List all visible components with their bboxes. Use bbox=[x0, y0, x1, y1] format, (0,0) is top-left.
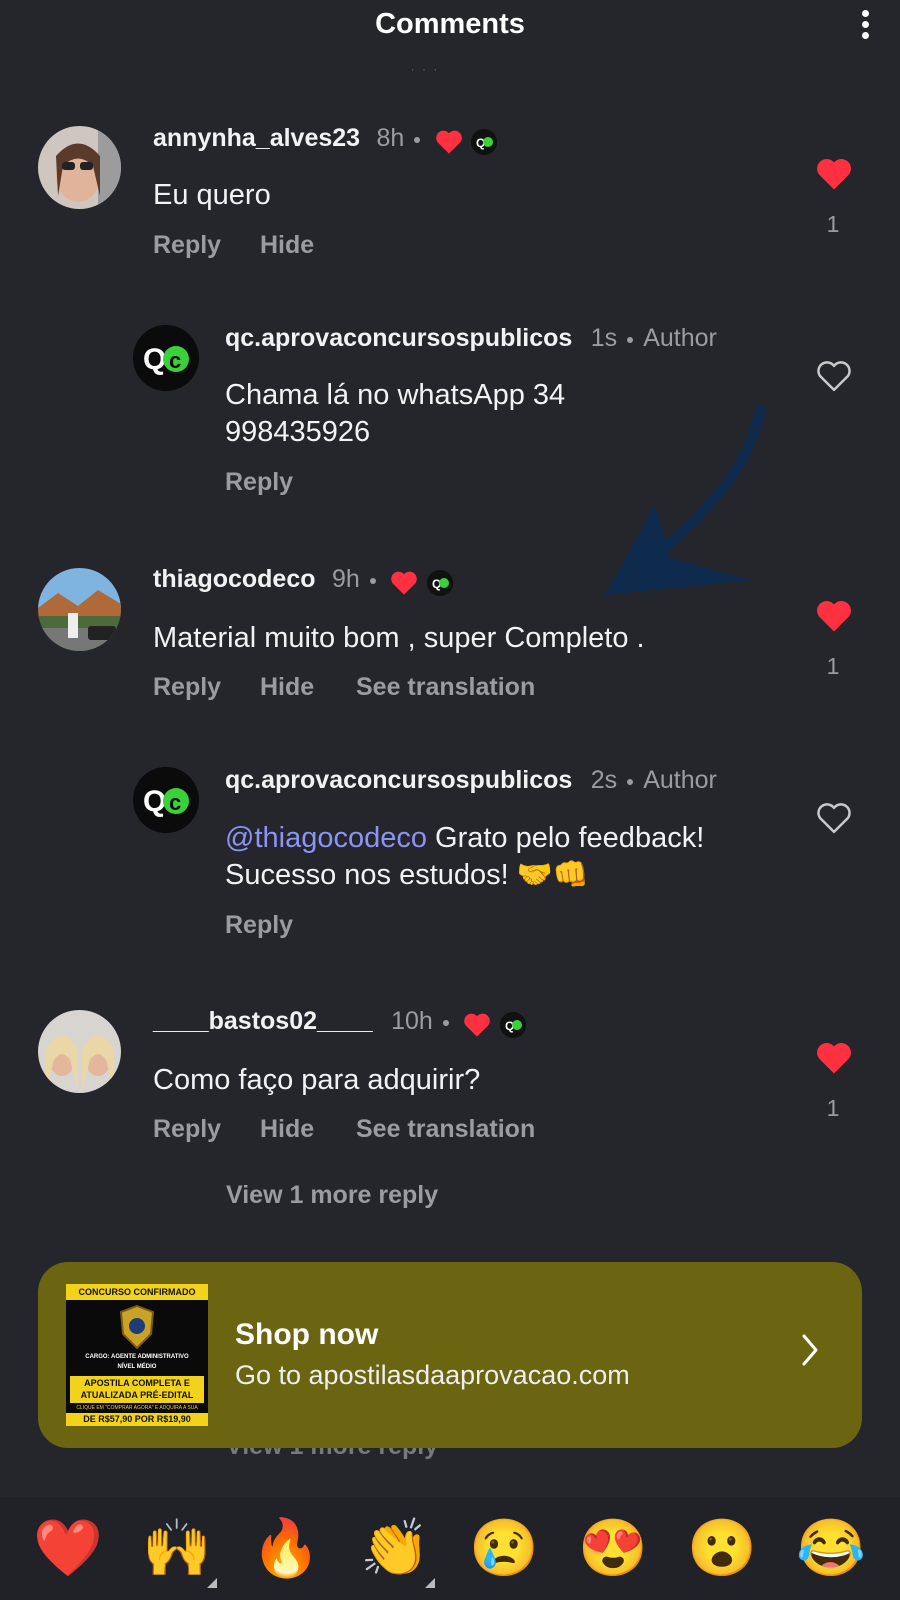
thumb-top-banner: CONCURSO CONFIRMADO bbox=[66, 1284, 208, 1300]
avatar-qc-author[interactable]: Qc bbox=[133, 767, 199, 833]
reply-text-line2: Sucesso nos estudos! 🤝👊 bbox=[225, 859, 590, 891]
creator-liked-heart-icon bbox=[436, 130, 462, 154]
page-title: Comments bbox=[375, 8, 525, 40]
see-translation-button[interactable]: See translation bbox=[356, 1115, 535, 1144]
like-outline-heart-icon[interactable] bbox=[815, 801, 853, 835]
thumb-line1: CARGO: AGENTE ADMINISTRATIVO bbox=[85, 1354, 189, 1360]
svg-text:Q: Q bbox=[143, 343, 166, 376]
reply-button[interactable]: Reply bbox=[153, 231, 221, 260]
police-badge-icon bbox=[119, 1304, 155, 1350]
hide-button[interactable]: Hide bbox=[260, 231, 314, 260]
hide-button[interactable]: Hide bbox=[260, 1115, 314, 1144]
creator-liked-heart-icon bbox=[391, 571, 418, 595]
comment-username[interactable]: thiagocodeco bbox=[153, 565, 316, 593]
creator-avatar-badge-icon: Q bbox=[471, 128, 498, 155]
like-count: 1 bbox=[826, 1095, 840, 1121]
reply-username[interactable]: qc.aprovaconcursospublicos bbox=[225, 324, 572, 352]
more-options-icon[interactable] bbox=[850, 6, 880, 46]
like-heart-icon[interactable] bbox=[815, 1041, 853, 1075]
raising-hands-emoji-icon[interactable]: 🙌 bbox=[139, 1510, 215, 1586]
avatar-annynha[interactable] bbox=[38, 126, 121, 209]
crying-face-emoji-icon[interactable]: 😢 bbox=[466, 1510, 542, 1586]
avatar-thiagocodeco[interactable] bbox=[38, 568, 121, 651]
reply-button[interactable]: Reply bbox=[153, 1115, 221, 1144]
clapping-hands-emoji-icon[interactable]: 👏 bbox=[357, 1510, 433, 1586]
reply-username[interactable]: qc.aprovaconcursospublicos bbox=[225, 766, 572, 794]
arrow-annotation-icon bbox=[605, 405, 765, 595]
svg-text:c: c bbox=[169, 348, 181, 373]
separator-dot bbox=[414, 136, 421, 143]
svg-text:Q: Q bbox=[143, 785, 166, 818]
drag-handle: · · · bbox=[410, 62, 440, 76]
comment-time: 10h bbox=[391, 1007, 433, 1035]
comment-username[interactable]: ____bastos02____ bbox=[153, 1007, 373, 1035]
comment-time: 8h bbox=[376, 124, 405, 152]
reply-text-line2: 998435926 bbox=[225, 416, 371, 448]
comment-text: Material muito bom , super Completo . bbox=[153, 622, 645, 654]
heart-emoji-icon[interactable]: ❤️ bbox=[30, 1510, 106, 1586]
comment-username[interactable]: annynha_alves23 bbox=[153, 124, 360, 152]
thumb-line2: NÍVEL MÉDIO bbox=[117, 1364, 157, 1370]
avatar-qc-author[interactable]: Qc bbox=[133, 325, 199, 391]
reply-text: Grato pelo feedback! bbox=[426, 822, 705, 854]
creator-avatar-badge-icon: Q bbox=[426, 569, 453, 596]
creator-liked-heart-icon bbox=[464, 1013, 491, 1037]
reply-button[interactable]: Reply bbox=[153, 673, 221, 702]
like-outline-heart-icon[interactable] bbox=[815, 359, 853, 393]
surprised-face-emoji-icon[interactable]: 😮 bbox=[684, 1510, 760, 1586]
variant-indicator-icon bbox=[207, 1578, 217, 1588]
shop-url[interactable]: Go to apostilasdaaprovacao.com bbox=[235, 1360, 630, 1391]
separator-dot bbox=[627, 336, 634, 343]
like-heart-icon[interactable] bbox=[815, 157, 853, 191]
separator-dot bbox=[369, 577, 376, 584]
chevron-right-icon[interactable] bbox=[800, 1333, 820, 1367]
laughing-tears-emoji-icon[interactable]: 😂 bbox=[793, 1510, 869, 1586]
reply-button[interactable]: Reply bbox=[225, 468, 293, 497]
mention-link[interactable]: @thiagocodeco bbox=[225, 822, 427, 854]
like-count: 1 bbox=[826, 653, 840, 679]
reply-button[interactable]: Reply bbox=[225, 911, 293, 940]
author-badge: Author bbox=[643, 324, 717, 352]
comment-text: Eu quero bbox=[153, 179, 271, 211]
reply-text-line1: @thiagocodeco Grato pelo feedback! bbox=[225, 820, 704, 857]
view-more-replies-button[interactable]: View 1 more reply bbox=[226, 1181, 438, 1210]
heart-eyes-emoji-icon[interactable]: 😍 bbox=[575, 1510, 651, 1586]
reply-text-line1: Chama lá no whatsApp 34 bbox=[225, 379, 566, 411]
thumb-small: CLIQUE EM "COMPRAR AGORA" E ADQUIRA A SU… bbox=[76, 1405, 198, 1411]
avatar-bastos02[interactable] bbox=[38, 1010, 121, 1093]
thumb-price: DE R$57,90 POR R$19,90 bbox=[66, 1413, 208, 1426]
reply-time: 2s bbox=[590, 766, 618, 794]
fire-emoji-icon[interactable]: 🔥 bbox=[248, 1510, 324, 1586]
separator-dot bbox=[627, 778, 634, 785]
see-translation-button[interactable]: See translation bbox=[356, 673, 535, 702]
hide-button[interactable]: Hide bbox=[260, 673, 314, 702]
separator-dot bbox=[442, 1019, 449, 1026]
reply-time: 1s bbox=[590, 324, 618, 352]
emoji-reaction-bar bbox=[0, 1497, 900, 1600]
like-count: 1 bbox=[826, 211, 840, 237]
comment-time: 9h bbox=[331, 565, 360, 593]
shop-title[interactable]: Shop now bbox=[235, 1318, 378, 1352]
thumb-band: APOSTILA COMPLETA E ATUALIZADA PRÉ-EDITA… bbox=[70, 1376, 204, 1403]
variant-indicator-icon bbox=[425, 1578, 435, 1588]
svg-text:c: c bbox=[169, 790, 181, 815]
creator-avatar-badge-icon: Q bbox=[499, 1011, 526, 1038]
comment-text: Como faço para adquirir? bbox=[153, 1064, 481, 1096]
author-badge: Author bbox=[643, 766, 717, 794]
product-thumbnail[interactable]: CONCURSO CONFIRMADO CARGO: AGENTE ADMINI… bbox=[66, 1284, 208, 1426]
like-heart-icon[interactable] bbox=[815, 599, 853, 633]
